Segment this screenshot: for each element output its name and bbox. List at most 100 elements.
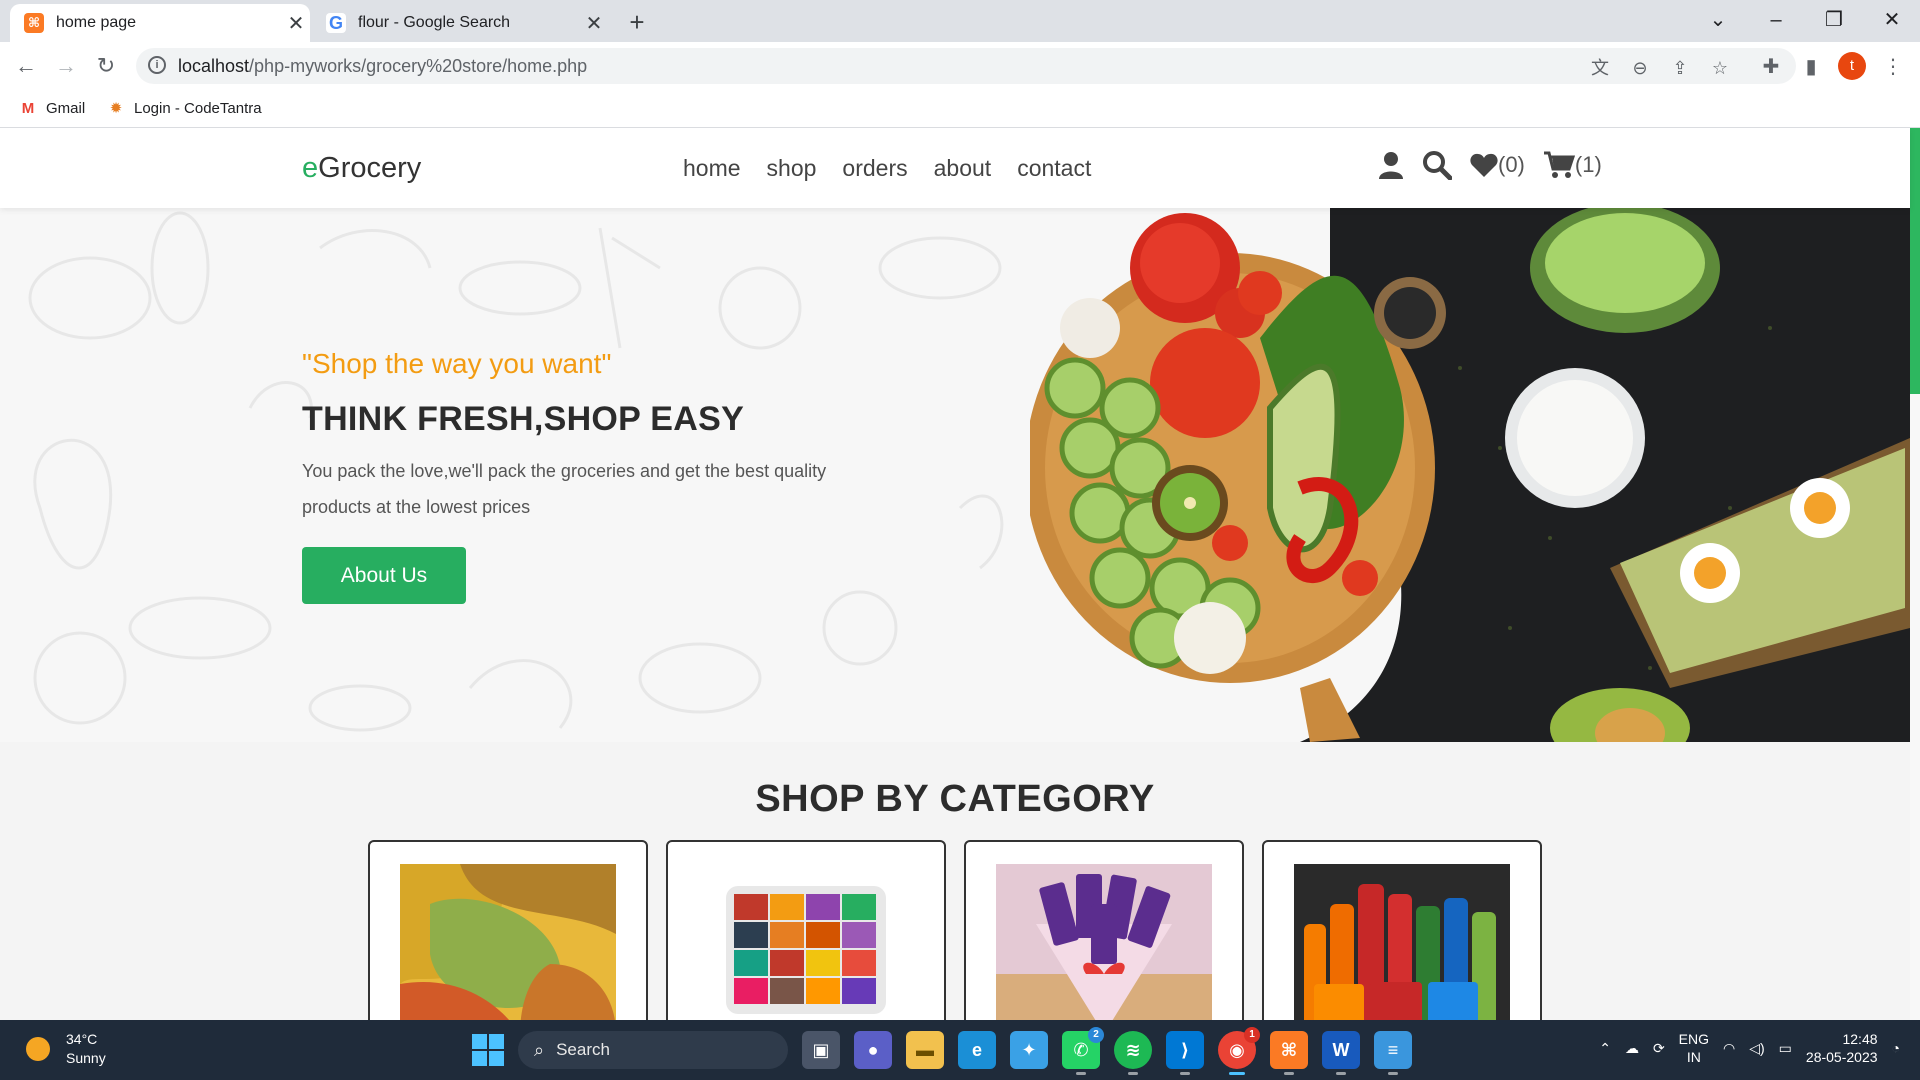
hero-section: "Shop the way you want" THINK FRESH,SHOP… — [0, 208, 1910, 742]
url-text[interactable]: localhost/php-myworks/grocery%20store/ho… — [178, 56, 587, 77]
nav-home[interactable]: home — [683, 155, 741, 182]
chrome-icon[interactable]: ◉ 1 — [1218, 1027, 1260, 1075]
onedrive-icon[interactable]: ☁ — [1625, 1040, 1639, 1057]
chrome-badge: 1 — [1244, 1027, 1260, 1043]
close-tab-icon[interactable]: ✕ — [282, 11, 310, 36]
site-logo[interactable]: eGrocery — [302, 152, 421, 185]
bookmark-star-icon[interactable]: ☆ — [1708, 56, 1732, 80]
task-view-icon[interactable]: ▣ — [802, 1031, 840, 1069]
url-path: /php-myworks/grocery%20store/home.php — [249, 56, 588, 76]
restore-button[interactable]: ❐ — [1806, 0, 1862, 42]
browser-toolbar: ← → ↻ i localhost/php-myworks/grocery%20… — [0, 42, 1920, 90]
close-tab-icon[interactable]: ✕ — [580, 11, 608, 36]
snacks-image — [698, 864, 914, 1020]
browser-tab-strip: ⌘ home page ✕ G flour - Google Search ✕ … — [0, 0, 1920, 42]
notepad-icon[interactable]: ≡ — [1374, 1031, 1412, 1075]
tab-flour-search[interactable]: G flour - Google Search ✕ — [312, 4, 608, 42]
about-us-button[interactable]: About Us — [302, 547, 466, 604]
close-window-button[interactable]: ✕ — [1864, 0, 1920, 42]
tab-search-dropdown-icon[interactable]: ⌄ — [1690, 0, 1746, 42]
url-host: localhost — [178, 56, 250, 76]
language-indicator[interactable]: ENG IN — [1679, 1030, 1709, 1066]
clock-date: 28-05-2023 — [1805, 1049, 1878, 1065]
vscode-icon[interactable]: ⟩ — [1166, 1031, 1204, 1075]
nav-orders[interactable]: orders — [842, 155, 907, 182]
teams-chat-icon[interactable]: ● — [854, 1031, 892, 1069]
whatsapp-icon[interactable]: ✆ 2 — [1062, 1027, 1104, 1075]
whatsapp-badge: 2 — [1088, 1027, 1104, 1043]
hero-vegetables-image — [1030, 208, 1910, 742]
category-card-cold-drinks[interactable] — [1262, 840, 1542, 1020]
lang-line2: IN — [1686, 1049, 1701, 1065]
weather-widget[interactable]: 34°C Sunny — [26, 1030, 106, 1068]
sync-icon[interactable]: ⟳ — [1653, 1040, 1665, 1057]
safari-icon[interactable]: ✦ — [1010, 1031, 1048, 1069]
extensions-icon[interactable]: ✚ — [1758, 54, 1784, 80]
volume-icon[interactable]: ◁) — [1749, 1040, 1764, 1057]
windows-taskbar: 34°C Sunny ⌕ Search ▣ ● ▬ e ✦ ✆ 2 ≋ ⟩ ◉ 1 … — [0, 1020, 1920, 1080]
share-icon[interactable]: ⇪ — [1668, 56, 1692, 80]
category-card-chocolates[interactable] — [964, 840, 1244, 1020]
chocolates-image — [996, 864, 1212, 1020]
category-card-pulses[interactable] — [368, 840, 648, 1020]
translate-icon[interactable]: 文 — [1588, 56, 1612, 80]
clock[interactable]: 12:48 28-05-2023 — [1806, 1030, 1878, 1066]
site-info-icon[interactable]: i — [148, 56, 166, 74]
cold-drinks-image — [1294, 864, 1510, 1020]
edge-icon[interactable]: e — [958, 1031, 996, 1069]
category-card-snacks[interactable] — [666, 840, 946, 1020]
spotify-icon[interactable]: ≋ — [1114, 1031, 1152, 1075]
page-viewport: eGrocery home shop orders about contact … — [0, 128, 1920, 1020]
category-title: SHOP BY CATEGORY — [755, 778, 1155, 820]
system-tray: ⌃ ☁ ⟳ ENG IN ◠ ◁) ▭ 12:48 28-05-2023 ◔ — [1599, 1030, 1900, 1066]
zoom-icon[interactable]: ⊖ — [1628, 56, 1652, 80]
category-section: SHOP BY CATEGORY — [0, 742, 1910, 1020]
word-icon[interactable]: W — [1322, 1031, 1360, 1075]
search-icon: ⌕ — [534, 1039, 545, 1060]
google-icon: G — [326, 13, 346, 33]
nav-contact[interactable]: contact — [1017, 155, 1091, 182]
user-icon[interactable] — [1378, 151, 1404, 179]
codetantra-icon: ✹ — [109, 100, 123, 117]
bookmark-gmail[interactable]: M Gmail — [18, 98, 85, 118]
back-icon[interactable]: ← — [10, 50, 42, 82]
gmail-icon: M — [21, 99, 35, 117]
cart-count: (1) — [1574, 152, 1602, 177]
pulses-image — [400, 864, 616, 1020]
taskbar-search[interactable]: ⌕ Search — [518, 1031, 788, 1069]
address-bar[interactable]: i localhost/php-myworks/grocery%20store/… — [136, 48, 1796, 84]
taskbar-apps: ⌕ Search ▣ ● ▬ e ✦ ✆ 2 ≋ ⟩ ◉ 1 ⌘ W ≡ — [472, 1026, 1412, 1075]
wifi-icon[interactable]: ◠ — [1723, 1040, 1735, 1057]
wishlist-link[interactable]: (0) — [1470, 152, 1525, 178]
hero-description: You pack the love,we'll pack the groceri… — [302, 461, 827, 517]
tab-title: flour - Google Search — [358, 14, 511, 31]
hero-tagline: "Shop the way you want" — [302, 348, 612, 379]
minimize-button[interactable]: – — [1748, 0, 1804, 42]
xampp-icon[interactable]: ⌘ — [1270, 1031, 1308, 1075]
taskbar-search-label: Search — [556, 1040, 610, 1059]
forward-icon[interactable]: → — [50, 50, 82, 82]
nav-about[interactable]: about — [934, 155, 992, 182]
windows-start-icon[interactable] — [472, 1034, 504, 1066]
menu-kebab-icon[interactable]: ⋮ — [1880, 54, 1906, 80]
reload-icon[interactable]: ↻ — [90, 50, 122, 82]
tab-home-page[interactable]: ⌘ home page ✕ — [10, 4, 310, 42]
chevron-up-icon[interactable]: ⌃ — [1599, 1040, 1611, 1057]
profile-avatar[interactable]: t — [1838, 52, 1866, 80]
page-scrollbar[interactable] — [1910, 128, 1920, 1020]
battery-icon[interactable]: ▭ — [1779, 1040, 1792, 1057]
cart-link[interactable]: (1) — [1543, 151, 1602, 179]
file-explorer-icon[interactable]: ▬ — [906, 1031, 944, 1069]
bookmark-label: Gmail — [46, 99, 86, 117]
nav-shop[interactable]: shop — [767, 155, 817, 182]
bookmark-label: Login - CodeTantra — [134, 99, 262, 117]
weather-temp: 34°C — [66, 1031, 98, 1047]
bookmarks-bar: M Gmail ✹ Login - CodeTantra — [0, 90, 1920, 128]
tab-title: home page — [56, 14, 137, 31]
scrollbar-thumb[interactable] — [1910, 128, 1920, 394]
search-icon[interactable] — [1422, 150, 1452, 180]
bookmark-codetantra[interactable]: ✹ Login - CodeTantra — [106, 98, 262, 118]
new-tab-button[interactable]: + — [622, 8, 652, 38]
side-panel-icon[interactable]: ▮ — [1798, 54, 1824, 80]
notification-icon[interactable]: ◔ — [1892, 1040, 1900, 1056]
